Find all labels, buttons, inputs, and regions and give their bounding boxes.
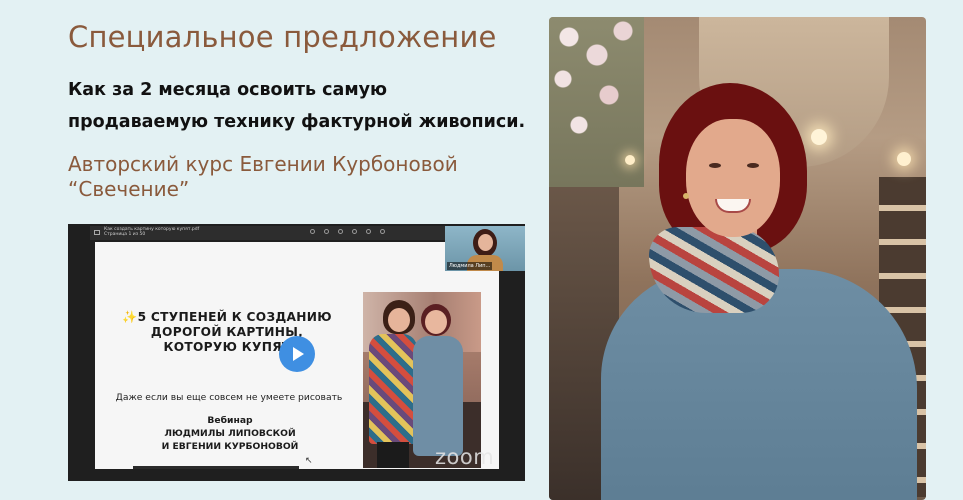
author-photo (549, 17, 926, 500)
promo-subheading: Как за 2 месяца освоить самую продаваему… (68, 80, 526, 132)
webinar-host-2: И ЕВГЕНИИ КУРБОНОВОЙ (161, 441, 299, 452)
zoom-out-icon (324, 229, 329, 234)
rotate-icon (366, 229, 371, 234)
sparkle-icon: ✨ (122, 310, 138, 324)
markup-icon (352, 229, 357, 234)
person-legs (377, 442, 409, 468)
video-preview[interactable]: Как создать картину которую купят.pdf Ст… (68, 224, 525, 481)
lamp-light (811, 129, 827, 145)
webinar-host-1: ЛЮДМИЛЫ ЛИПОВСКОЙ (164, 428, 296, 439)
lamp-light (625, 155, 635, 165)
webinar-label: Вебинар (207, 415, 253, 426)
zoom-in-icon (310, 229, 315, 234)
lamp-light (897, 152, 911, 166)
course-title: Авторский курс Евгении Курбоновой “Свече… (68, 152, 458, 201)
slide-photo (363, 292, 481, 468)
play-icon[interactable] (279, 336, 315, 372)
woman-earring (683, 193, 689, 199)
slide-webinar: Вебинар ЛЮДМИЛЫ ЛИПОВСКОЙ И ЕВГЕНИИ КУРБ… (125, 414, 335, 453)
slide-divider (133, 466, 299, 469)
cursor-icon: ↖ (305, 456, 313, 466)
pdf-title-block: Как создать картину которую купят.pdf Ст… (104, 227, 214, 237)
person-2-face (425, 310, 447, 334)
woman-eye (747, 163, 759, 168)
person-2-dress (413, 336, 463, 456)
participant-name: Людмила Лип... (447, 262, 493, 270)
sidebar-icon (94, 230, 100, 235)
search-icon (380, 229, 385, 234)
share-icon (338, 229, 343, 234)
participant-thumbnail: Людмила Лип... (445, 226, 525, 271)
person-cardigan (369, 334, 417, 444)
pdf-page: Страница 1 из 50 (104, 232, 146, 237)
slide-note: Даже если вы еще совсем не умеете рисова… (115, 392, 343, 403)
person-face (388, 308, 410, 332)
zoom-watermark: zoom (435, 445, 495, 469)
toolbar-icons (310, 229, 385, 234)
page-heading: Специальное предложение (68, 20, 497, 54)
woman-eye (709, 163, 721, 168)
woman-face (686, 119, 780, 237)
pdf-toolbar: Как создать картину которую купят.pdf Ст… (90, 226, 446, 240)
participant-face (478, 234, 493, 251)
